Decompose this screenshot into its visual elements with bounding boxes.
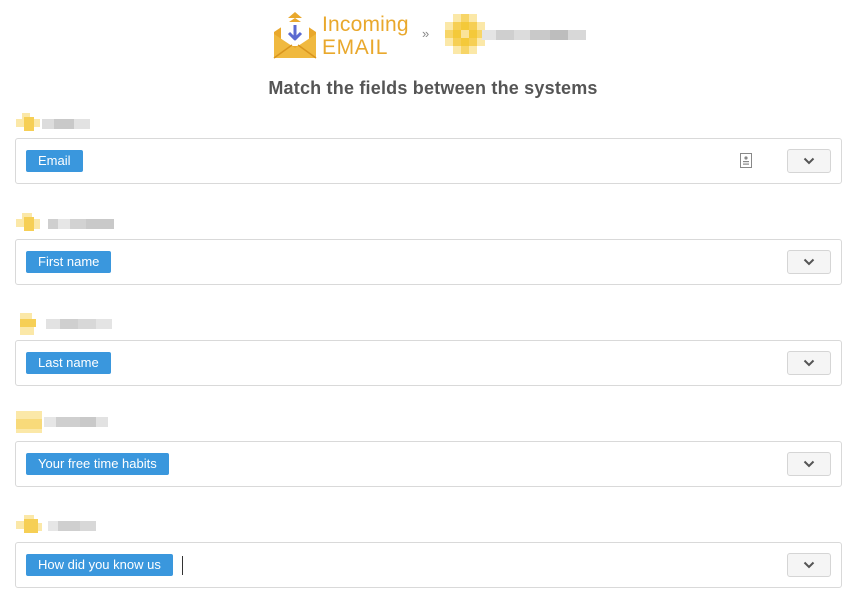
integration-header: Incoming EMAIL »: [0, 10, 866, 62]
blurred-field-label: [44, 417, 108, 427]
field-tag[interactable]: Email: [26, 150, 83, 172]
field-label-first-name: [16, 213, 120, 235]
field-label-email: [16, 113, 96, 135]
field-dropdown-button[interactable]: [787, 351, 831, 375]
chevron-down-icon: [803, 460, 815, 468]
field-dropdown-button[interactable]: [787, 250, 831, 274]
blurred-field-label: [48, 521, 96, 531]
field-mapping-row-free-time-habits[interactable]: Your free time habits: [15, 441, 842, 487]
field-mapping-page: Incoming EMAIL » Match the fields betwee…: [0, 0, 866, 616]
field-mapping-row-first-name[interactable]: First name: [15, 239, 842, 285]
blurred-field-icon: [16, 411, 42, 433]
field-dropdown-button[interactable]: [787, 553, 831, 577]
blurred-field-icon: [16, 113, 40, 131]
document-icon[interactable]: [740, 153, 752, 168]
blurred-field-icon: [20, 313, 36, 335]
blurred-field-label: [42, 119, 90, 129]
blurred-field-icon: [16, 213, 40, 231]
field-dropdown-button[interactable]: [787, 452, 831, 476]
logo-text-email: EMAIL: [322, 36, 389, 59]
field-label-how-did-you-know-us: [16, 515, 100, 537]
field-label-last-name: [16, 313, 120, 335]
field-label-free-time-habits: [16, 411, 112, 433]
field-mapping-row-email[interactable]: Email: [15, 138, 842, 184]
chevron-down-icon: [803, 258, 815, 266]
blurred-target-name: [482, 30, 586, 40]
blurred-field-label: [48, 219, 114, 229]
field-dropdown-button[interactable]: [787, 149, 831, 173]
field-tag[interactable]: Last name: [26, 352, 111, 374]
chevron-down-icon: [803, 157, 815, 165]
blurred-field-icon: [16, 515, 42, 533]
field-mapping-row-how-did-you-know-us[interactable]: How did you know us: [15, 542, 842, 588]
blurred-logo-icon: [445, 14, 485, 54]
field-tag[interactable]: First name: [26, 251, 112, 273]
text-cursor: [182, 556, 183, 575]
chevron-down-icon: [803, 561, 815, 569]
blurred-field-label: [46, 319, 112, 329]
field-mapping-row-last-name[interactable]: Last name: [15, 340, 842, 386]
incoming-email-logo-text: Incoming EMAIL: [322, 14, 409, 58]
logo-text-incoming: Incoming: [322, 13, 409, 36]
page-title: Match the fields between the systems: [268, 78, 598, 98]
chevron-down-icon: [803, 359, 815, 367]
field-tag[interactable]: How did you know us: [26, 554, 173, 576]
integration-separator: »: [422, 26, 430, 41]
field-tag[interactable]: Your free time habits: [26, 453, 169, 475]
incoming-email-logo-icon: [273, 12, 317, 59]
